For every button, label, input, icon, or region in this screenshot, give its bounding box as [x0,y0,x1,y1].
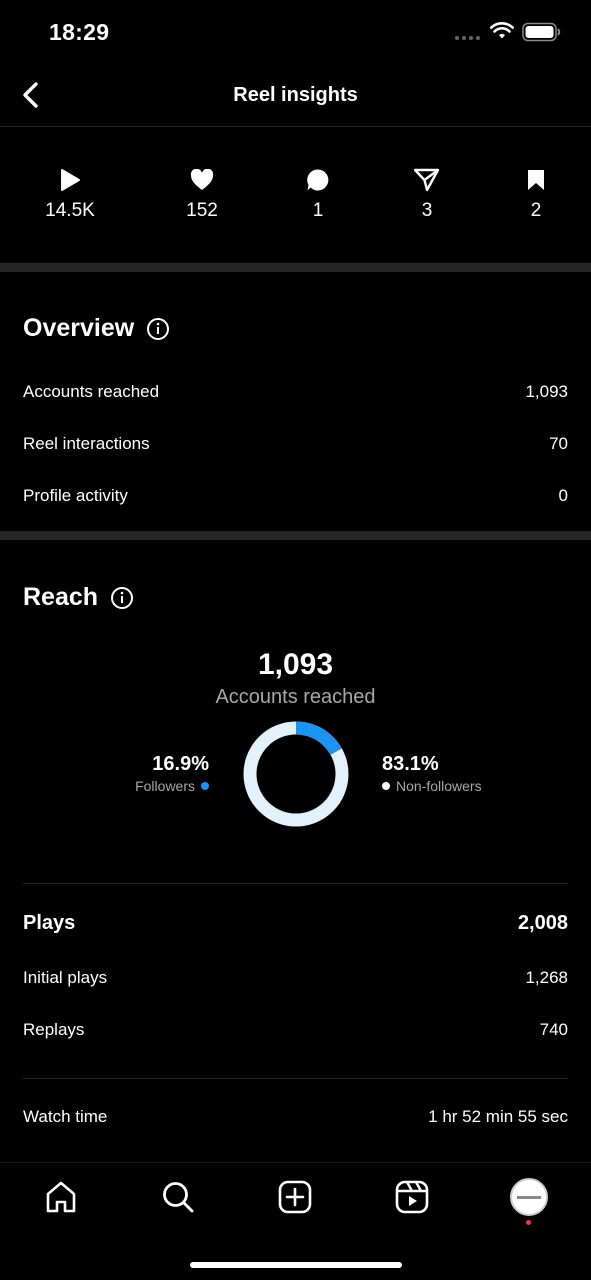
section-divider [0,263,591,272]
divider [23,883,568,884]
metric-reel-interactions[interactable]: Reel interactions 70 [23,432,568,456]
stat-saves: 2 [496,166,576,222]
metric-initial-plays[interactable]: Initial plays 1,268 [23,966,568,990]
info-icon[interactable] [110,586,134,610]
cellular-signal-icon [455,36,480,40]
battery-icon [522,22,561,42]
stat-comments: 1 [278,166,358,222]
stat-likes: 152 [162,166,242,222]
status-bar: 18:29 [0,0,591,64]
nonfollowers-legend: 83.1% Non-followers [382,753,482,794]
reach-total: 1,093 [257,648,334,681]
profile-avatar [510,1178,548,1216]
overview-heading: Overview [23,314,170,343]
tab-search[interactable] [158,1177,198,1217]
engagement-stats: 14.5K 152 1 3 2 [0,128,591,263]
heart-icon [190,169,214,190]
metric-label: Reel interactions [23,434,150,453]
metric-value: 740 [539,1020,568,1039]
metric-value: 1 hr 52 min 55 sec [428,1107,568,1126]
overview-title: Overview [23,314,135,342]
followers-label: Followers [135,778,195,794]
metric-replays[interactable]: Replays 740 [23,1018,568,1042]
wifi-icon [490,22,514,39]
nonfollowers-dot [382,782,390,790]
reach-heading: Reach [23,583,134,612]
metric-label: Watch time [23,1107,108,1126]
metric-value: 70 [549,434,568,453]
comment-icon [307,169,329,191]
page-title: Reel insights [233,84,358,106]
tab-home[interactable] [41,1177,81,1217]
share-icon [414,168,440,192]
metric-plays-total[interactable]: Plays 2,008 [23,911,568,935]
divider [23,1078,568,1079]
home-indicator [190,1262,402,1268]
followers-dot [201,782,209,790]
reels-icon [395,1180,429,1214]
followers-legend: 16.9% Followers [135,753,209,794]
nav-header: Reel insights [0,64,591,127]
metric-value: 0 [558,486,568,505]
notification-dot [526,1220,531,1225]
reach-donut-chart [243,721,349,827]
reach-title: Reach [23,583,99,611]
section-divider [0,531,591,540]
metric-label: Initial plays [23,968,108,987]
status-time: 18:29 [49,19,110,45]
metric-accounts-reached[interactable]: Accounts reached 1,093 [23,380,568,404]
play-icon [61,169,80,191]
nonfollowers-label: Non-followers [396,778,482,794]
metric-label: Replays [23,1020,85,1039]
metric-watch-time[interactable]: Watch time 1 hr 52 min 55 sec [23,1105,568,1129]
metric-label: Accounts reached [23,382,160,401]
followers-percentage: 16.9% [152,753,209,775]
metric-value: 1,268 [525,968,568,987]
tab-profile[interactable] [509,1177,549,1217]
info-icon[interactable] [146,317,170,341]
tab-reels[interactable] [392,1177,432,1217]
likes-count: 152 [186,200,218,221]
shares-count: 3 [421,200,433,221]
tab-create[interactable] [275,1177,315,1217]
nonfollowers-percentage: 83.1% [382,753,439,775]
saves-count: 2 [530,200,542,221]
stat-shares: 3 [387,166,467,222]
metric-label: Plays [23,911,76,934]
search-icon [163,1182,194,1213]
metric-label: Profile activity [23,486,128,505]
create-icon [278,1180,312,1214]
stat-plays: 14.5K [30,166,110,222]
metric-value: 1,093 [525,382,568,401]
home-icon [46,1181,76,1213]
reach-caption: Accounts reached [215,686,376,708]
comments-count: 1 [312,200,324,221]
bookmark-icon [528,170,544,190]
metric-value: 2,008 [517,911,568,934]
plays-count: 14.5K [45,200,95,221]
metric-profile-activity[interactable]: Profile activity 0 [23,484,568,508]
